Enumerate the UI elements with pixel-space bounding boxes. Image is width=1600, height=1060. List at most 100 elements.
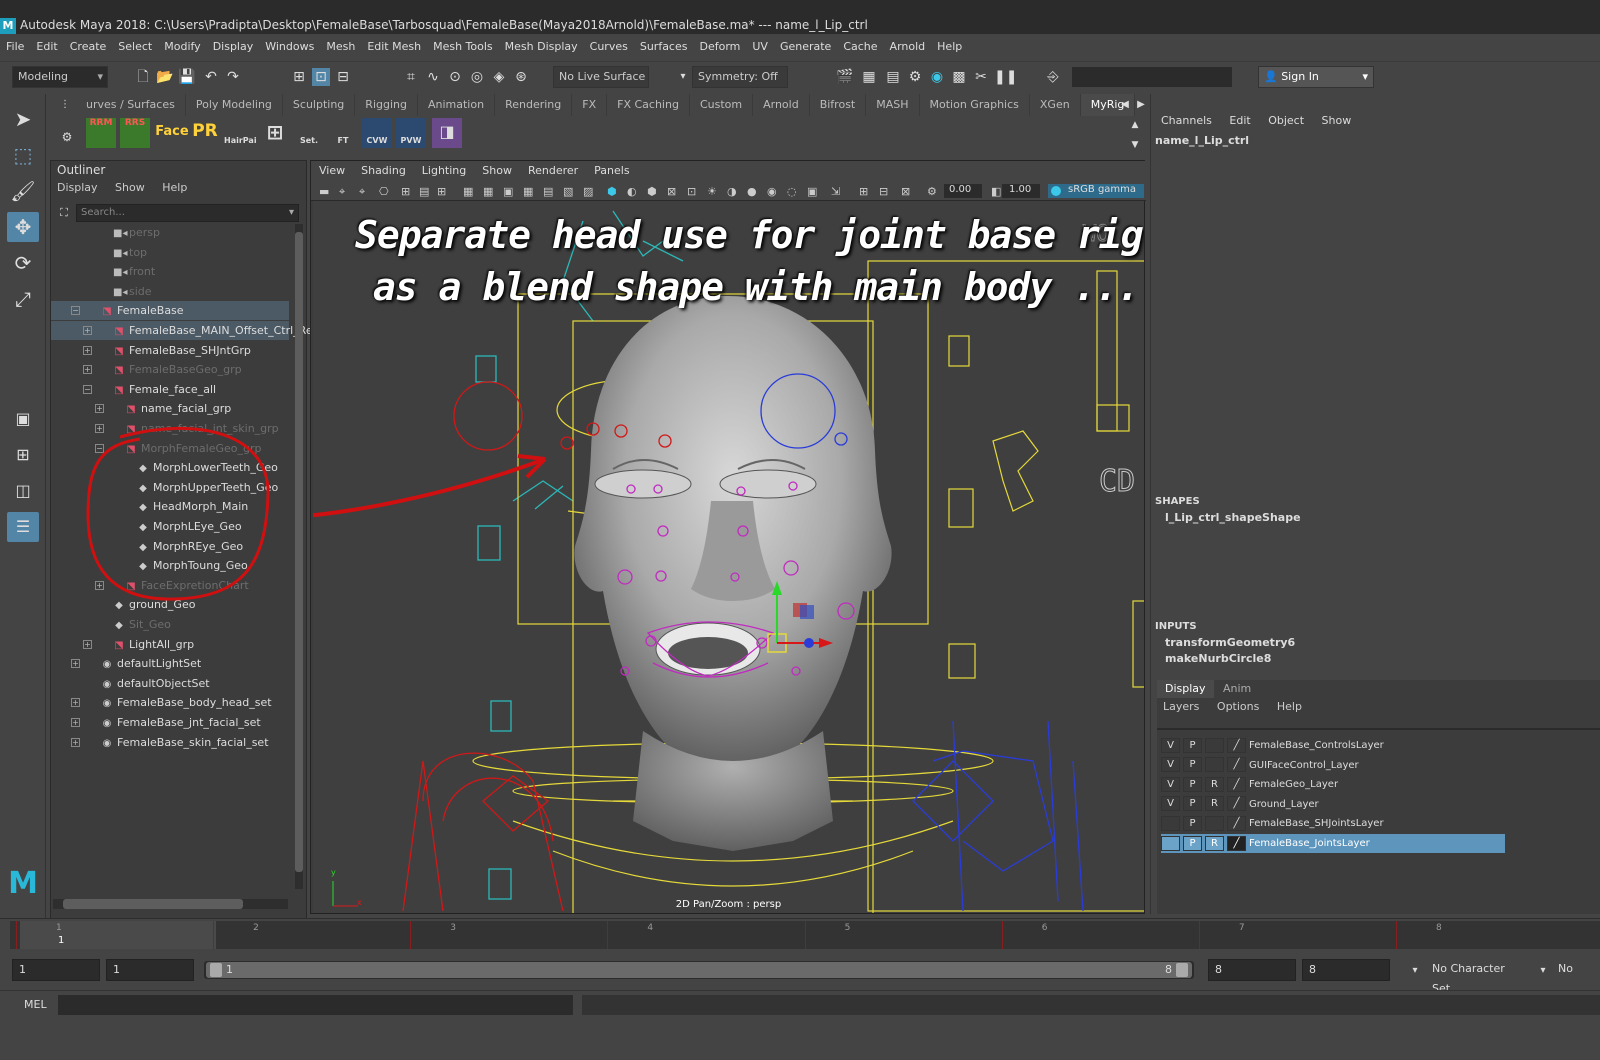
- layer-r-toggle[interactable]: [1205, 737, 1224, 753]
- outliner-item[interactable]: + ◉ defaultLightSet: [51, 654, 289, 673]
- menu-generate[interactable]: Generate: [774, 36, 837, 58]
- shelf-tab-fx[interactable]: FX: [572, 94, 608, 116]
- lasso-tool-icon[interactable]: ⬚: [7, 140, 39, 170]
- shelf-scroll-up-icon[interactable]: ▲: [1126, 116, 1144, 134]
- layer-menu-layers[interactable]: Layers: [1163, 700, 1199, 713]
- shelf-tab-poly-modeling[interactable]: Poly Modeling: [186, 94, 283, 116]
- select-component-icon[interactable]: ⊟: [334, 68, 352, 86]
- layer-color-swatch[interactable]: ╱: [1227, 796, 1246, 812]
- outliner-item[interactable]: + ⬔ LightAll_grp: [51, 635, 289, 654]
- sign-in-button[interactable]: 👤 Sign In ▾: [1258, 66, 1374, 88]
- shelf-button-pr[interactable]: PR: [190, 118, 220, 148]
- menu-uv[interactable]: UV: [746, 36, 774, 58]
- layer-v-toggle[interactable]: [1161, 815, 1180, 831]
- expand-icon[interactable]: +: [83, 326, 92, 335]
- scale-tool-icon[interactable]: ⤢: [7, 284, 39, 314]
- menu-file[interactable]: File: [0, 36, 30, 58]
- outliner-item[interactable]: + ◉ FemaleBase_body_head_set: [51, 693, 289, 712]
- outliner-item[interactable]: + ◉ FemaleBase_skin_facial_set: [51, 733, 289, 752]
- rotate-tool-icon[interactable]: ⟳: [7, 248, 39, 278]
- colorspace-label[interactable]: sRGB gamma: [1068, 184, 1136, 195]
- menu-arnold[interactable]: Arnold: [884, 36, 932, 58]
- layer-r-toggle[interactable]: R: [1205, 796, 1224, 812]
- outliner-item[interactable]: ◆ Sit_Geo: [51, 615, 289, 634]
- input-make-nurb-circle[interactable]: makeNurbCircle8: [1165, 652, 1271, 665]
- viewport-menu-lighting[interactable]: Lighting: [414, 161, 474, 181]
- outliner-item[interactable]: − ⬔ Female_face_all: [51, 380, 289, 399]
- collapse-icon[interactable]: −: [83, 384, 92, 394]
- tab-anim-layers[interactable]: Anim: [1215, 680, 1259, 698]
- four-view-icon[interactable]: ⊞: [7, 440, 39, 470]
- shelf-button-cvw[interactable]: CVW: [362, 118, 392, 148]
- menu-surfaces[interactable]: Surfaces: [634, 36, 694, 58]
- outliner-item[interactable]: + ◉ FemaleBase_jnt_facial_set: [51, 713, 289, 732]
- channels-menu-edit[interactable]: Edit: [1229, 114, 1250, 127]
- shelf-tab-urves-surfaces[interactable]: urves / Surfaces: [76, 94, 186, 116]
- layer-menu-options[interactable]: Options: [1217, 700, 1259, 713]
- range-start-handle[interactable]: [210, 963, 222, 977]
- layer-p-toggle[interactable]: P: [1183, 815, 1202, 831]
- layer-p-toggle[interactable]: P: [1183, 835, 1202, 851]
- outliner-item[interactable]: ■◂ top: [51, 243, 289, 262]
- outliner-menu-display[interactable]: Display: [57, 181, 98, 194]
- layer-v-toggle[interactable]: V: [1161, 737, 1180, 753]
- range-end-handle[interactable]: [1176, 963, 1188, 977]
- snap-point-icon[interactable]: ⊙: [446, 68, 464, 86]
- outliner-item[interactable]: + ⬔ name_facial_grp: [51, 399, 289, 418]
- snap-grid-icon[interactable]: ⌗: [402, 68, 420, 86]
- time-slider-track[interactable]: 1 2 3 4 5 6 7 8 1: [10, 921, 1600, 949]
- mel-input[interactable]: [58, 995, 573, 1015]
- shelf-button-ft[interactable]: FT: [328, 118, 358, 148]
- select-tool-icon[interactable]: ➤: [7, 104, 39, 134]
- outliner-search-input[interactable]: Search... ▾: [76, 204, 299, 222]
- menu-cache[interactable]: Cache: [837, 36, 883, 58]
- light-editor-icon[interactable]: ✂: [972, 68, 990, 86]
- snap-curve-icon[interactable]: ∿: [424, 68, 442, 86]
- layer-row[interactable]: V P R ╱ FemaleGeo_Layer: [1161, 775, 1505, 794]
- shelf-settings-icon[interactable]: ⚙: [58, 128, 76, 146]
- menu-modify[interactable]: Modify: [158, 36, 206, 58]
- two-view-icon[interactable]: ◫: [7, 476, 39, 506]
- shelf-tab-arnold[interactable]: Arnold: [753, 94, 810, 116]
- layer-row[interactable]: P ╱ FemaleBase_SHJointsLayer: [1161, 814, 1505, 833]
- outliner-item[interactable]: + ⬔ FemaleBaseGeo_grp: [51, 360, 289, 379]
- layer-color-swatch[interactable]: ╱: [1227, 835, 1246, 851]
- expand-icon[interactable]: +: [83, 365, 92, 375]
- outliner-item[interactable]: ■◂ front: [51, 262, 289, 281]
- shelf-button-face[interactable]: Face: [154, 118, 190, 148]
- far-clip-field[interactable]: 1.00: [1009, 184, 1031, 195]
- playback-start-field[interactable]: 1: [106, 959, 194, 981]
- tab-display-layers[interactable]: Display: [1157, 680, 1214, 698]
- outliner-menu-show[interactable]: Show: [115, 181, 145, 194]
- workspace-dropdown[interactable]: Modeling ▾: [12, 66, 108, 88]
- menu-windows[interactable]: Windows: [259, 36, 320, 58]
- channels-menu-show[interactable]: Show: [1322, 114, 1352, 127]
- channel-object-name[interactable]: name_l_Lip_ctrl: [1155, 134, 1249, 147]
- range-slider-track[interactable]: 1 8: [204, 961, 1194, 979]
- render-setup-icon[interactable]: ▩: [950, 68, 968, 86]
- outliner-item[interactable]: + ⬔ FemaleBase_MAIN_Offset_Ctrl_Rest: [51, 321, 323, 340]
- time-slider[interactable]: 1 2 3 4 5 6 7 8 1: [0, 918, 1600, 952]
- channels-menu-object[interactable]: Object: [1268, 114, 1304, 127]
- outliner-hscroll-thumb[interactable]: [63, 899, 243, 909]
- menu-select[interactable]: Select: [112, 36, 158, 58]
- layer-row[interactable]: P R ╱ FemaleBase_JointsLayer: [1161, 834, 1505, 853]
- layer-v-toggle[interactable]: V: [1161, 757, 1180, 773]
- move-tool-icon[interactable]: ✥: [7, 212, 39, 242]
- outliner-menu-help[interactable]: Help: [162, 181, 187, 194]
- layer-v-toggle[interactable]: V: [1161, 776, 1180, 792]
- outliner-filter-icon[interactable]: ⛶: [55, 204, 73, 222]
- outliner-item[interactable]: − ⬔ FemaleBase: [51, 301, 289, 321]
- layer-color-swatch[interactable]: ╱: [1227, 815, 1246, 831]
- layer-p-toggle[interactable]: P: [1183, 776, 1202, 792]
- select-hierarchy-icon[interactable]: ⊞: [290, 68, 308, 86]
- layer-row[interactable]: V P R ╱ Ground_Layer: [1161, 795, 1505, 814]
- shelf-tab-rendering[interactable]: Rendering: [495, 94, 573, 116]
- layer-row[interactable]: V P ╱ GUIFaceControl_Layer: [1161, 756, 1505, 775]
- symmetry-field[interactable]: Symmetry: Off: [692, 66, 788, 88]
- viewport-menu-renderer[interactable]: Renderer: [520, 161, 586, 181]
- render-current-icon[interactable]: ▦: [860, 68, 878, 86]
- menu-edit-mesh[interactable]: Edit Mesh: [361, 36, 427, 58]
- expand-icon[interactable]: +: [71, 718, 80, 727]
- redo-icon[interactable]: ↷: [224, 68, 242, 86]
